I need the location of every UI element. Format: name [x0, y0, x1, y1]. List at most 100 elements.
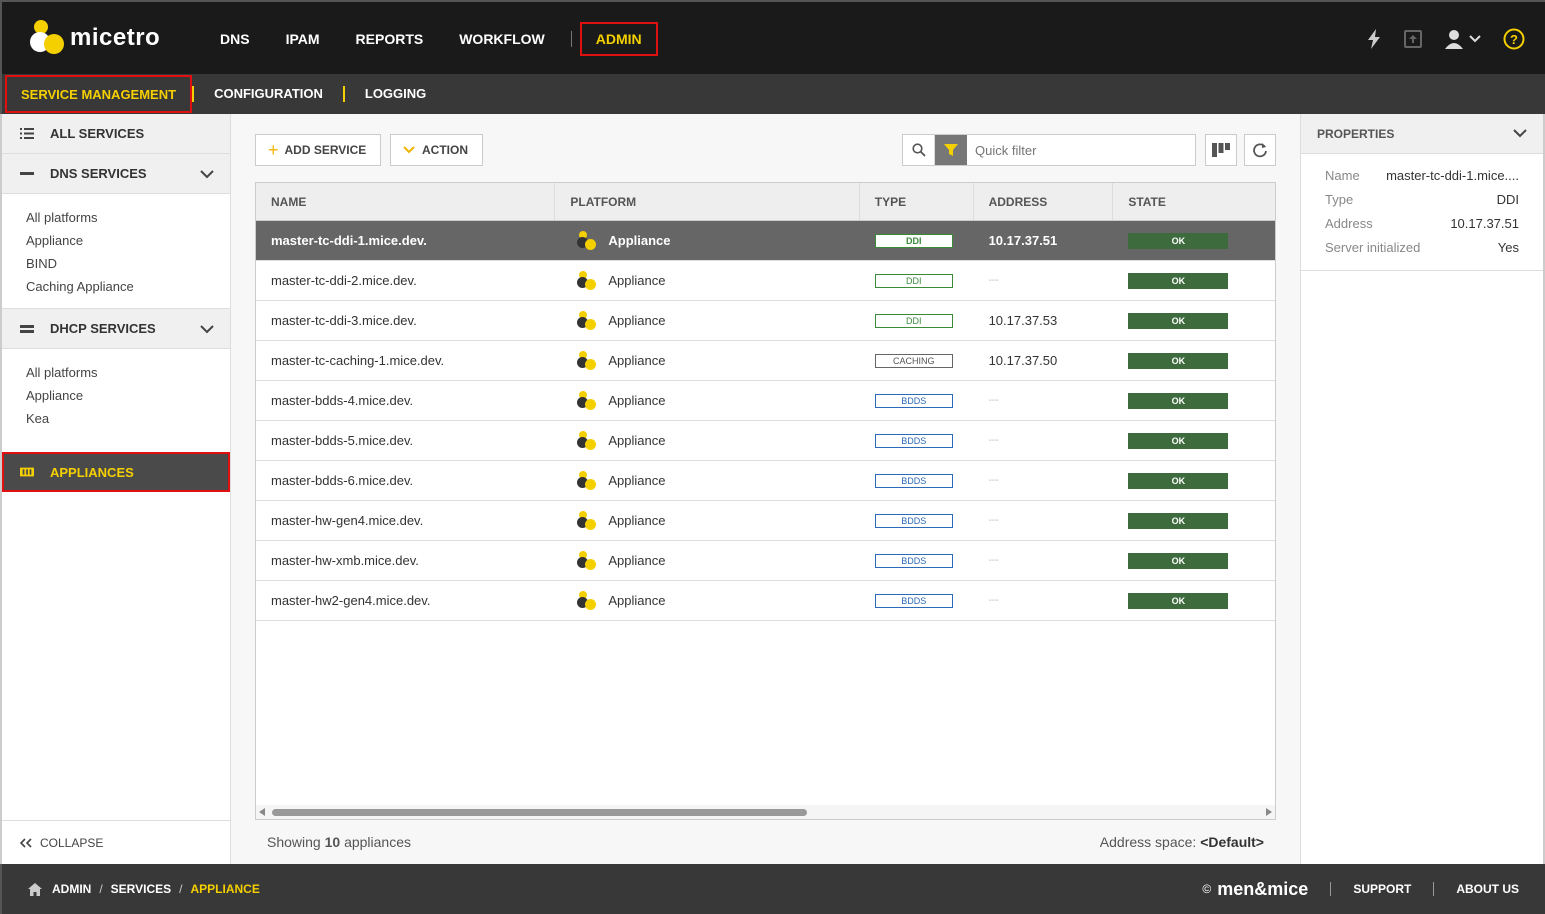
platform-label: Appliance [608, 353, 666, 368]
sidebar-item-dhcp-kea[interactable]: Kea [26, 407, 230, 430]
tab-service-management[interactable]: SERVICE MANAGEMENT [5, 75, 193, 113]
type-badge: DDI [874, 313, 953, 328]
nav-workflow[interactable]: WORKFLOW [441, 24, 563, 54]
table-row[interactable]: master-hw-gen4.mice.dev. Appliance BDDS ---… [256, 501, 1275, 541]
cell-name: master-hw-gen4.mice.dev. [271, 513, 424, 528]
scroll-right-icon[interactable] [1266, 808, 1272, 816]
cell-state: OK [1113, 341, 1275, 381]
cell-name: master-bdds-6.mice.dev. [271, 473, 414, 488]
nav-dns[interactable]: DNS [202, 24, 268, 54]
sidebar-item-dns-bind[interactable]: BIND [26, 252, 230, 275]
status-badge: OK [1128, 272, 1229, 289]
scrollbar-thumb[interactable] [272, 809, 807, 816]
chevron-down-icon[interactable] [200, 167, 214, 182]
breadcrumb-separator: / [179, 882, 183, 896]
sidebar-item-dns-appliance[interactable]: Appliance [26, 229, 230, 252]
refresh-button[interactable] [1244, 134, 1276, 166]
search-icon[interactable] [903, 135, 935, 165]
column-header-name[interactable]: NAME [256, 183, 556, 220]
table-row[interactable]: master-bdds-6.mice.dev. Appliance BDDS --- O… [256, 461, 1275, 501]
help-icon[interactable]: ? [1503, 28, 1525, 50]
property-key: Type [1325, 192, 1354, 207]
about-us-link[interactable]: ABOUT US [1456, 882, 1519, 896]
sidebar-section-dns[interactable]: DNS SERVICES [2, 154, 230, 194]
lightning-icon[interactable] [1367, 29, 1381, 49]
collapse-button[interactable]: COLLAPSE [2, 820, 231, 864]
cell-state: OK [1113, 261, 1275, 301]
property-key: Name [1325, 168, 1360, 183]
sub-nav: SERVICE MANAGEMENT CONFIGURATION LOGGING [0, 74, 1545, 114]
table-row[interactable]: master-tc-ddi-2.mice.dev. Appliance DDI ---… [256, 261, 1275, 301]
address-space-value[interactable]: <Default> [1200, 834, 1264, 850]
cell-state: OK [1113, 541, 1275, 581]
property-key: Address [1325, 216, 1373, 231]
sidebar-item-dns-caching[interactable]: Caching Appliance [26, 275, 230, 298]
address-value: --- [988, 395, 999, 406]
sidebar-item-dns-all[interactable]: All platforms [26, 206, 230, 229]
services-table: NAME PLATFORM TYPE ADDRESS STATE master-… [255, 182, 1276, 820]
column-settings-button[interactable] [1205, 134, 1237, 166]
logo[interactable]: micetro [30, 20, 160, 56]
home-icon[interactable] [28, 882, 42, 896]
cell-name: master-tc-ddi-2.mice.dev. [271, 273, 417, 288]
cell-address: --- [974, 381, 1114, 421]
top-bar: micetro DNS IPAM REPORTS WORKFLOW ADMIN … [0, 0, 1545, 74]
table-row[interactable]: master-bdds-4.mice.dev. Appliance BDDS --- O… [256, 381, 1275, 421]
cell-state: OK [1113, 221, 1275, 261]
cell-address: 10.17.37.53 [974, 301, 1114, 341]
user-icon[interactable] [1445, 29, 1481, 49]
cell-type: DDI [860, 221, 974, 261]
table-row[interactable]: master-tc-ddi-1.mice.dev. Appliance DDI 10.… [256, 221, 1275, 261]
double-chevron-left-icon [20, 837, 32, 848]
bottom-bar: ADMIN / SERVICES / APPLIANCE © men&mice … [0, 864, 1545, 914]
cell-type: BDDS [860, 541, 974, 581]
sidebar-item-dhcp-all[interactable]: All platforms [26, 361, 230, 384]
cell-platform: Appliance [555, 541, 859, 581]
column-header-platform[interactable]: PLATFORM [555, 183, 860, 220]
task-icon[interactable] [1403, 29, 1423, 49]
chevron-down-icon[interactable] [1513, 127, 1527, 141]
showing-count: Showing 10 appliances [267, 834, 411, 850]
column-header-type[interactable]: TYPE [860, 183, 974, 220]
platform-label: Appliance [608, 593, 666, 608]
breadcrumb-admin[interactable]: ADMIN [52, 882, 91, 896]
cell-type: DDI [860, 301, 974, 341]
properties-header[interactable]: PROPERTIES [1301, 114, 1543, 154]
support-link[interactable]: SUPPORT [1353, 882, 1411, 896]
sidebar-section-dhcp[interactable]: DHCP SERVICES [2, 309, 230, 349]
nav-admin[interactable]: ADMIN [579, 22, 658, 56]
table-row[interactable]: master-hw-xmb.mice.dev. Appliance BDDS --- O… [256, 541, 1275, 581]
sidebar-item-appliances[interactable]: APPLIANCES [2, 452, 230, 492]
cell-state: OK [1113, 381, 1275, 421]
quick-filter-input[interactable] [967, 135, 1195, 165]
table-row[interactable]: master-tc-ddi-3.mice.dev. Appliance DDI 10.… [256, 301, 1275, 341]
nav-ipam[interactable]: IPAM [268, 24, 338, 54]
sidebar-item-all-services[interactable]: ALL SERVICES [2, 114, 230, 154]
platform-label: Appliance [608, 433, 666, 448]
table-header: NAME PLATFORM TYPE ADDRESS STATE [256, 183, 1275, 221]
chevron-down-icon[interactable] [200, 322, 214, 337]
table-row[interactable]: master-tc-caching-1.mice.dev. Appliance CA… [256, 341, 1275, 381]
dns-icon [20, 171, 34, 176]
scroll-left-icon[interactable] [259, 808, 265, 816]
nav-reports[interactable]: REPORTS [338, 24, 442, 54]
add-service-button[interactable]: + ADD SERVICE [255, 134, 382, 166]
sidebar-item-dhcp-appliance[interactable]: Appliance [26, 384, 230, 407]
table-row[interactable]: master-bdds-5.mice.dev. Appliance BDDS --- O… [256, 421, 1275, 461]
appliance-platform-icon [577, 230, 597, 251]
tab-configuration[interactable]: CONFIGURATION [194, 76, 343, 112]
column-header-address[interactable]: ADDRESS [974, 183, 1114, 220]
address-value: --- [988, 595, 999, 606]
filter-icon[interactable] [935, 135, 967, 165]
cell-address: --- [974, 421, 1114, 461]
column-header-state[interactable]: STATE [1113, 183, 1275, 220]
status-badge: OK [1128, 592, 1229, 609]
action-button[interactable]: ACTION [390, 134, 483, 166]
breadcrumb-services[interactable]: SERVICES [111, 882, 171, 896]
tab-logging[interactable]: LOGGING [345, 76, 446, 112]
address-value: --- [988, 275, 999, 286]
horizontal-scrollbar[interactable] [256, 805, 1275, 819]
table-row[interactable]: master-hw2-gen4.mice.dev. Appliance BDDS --… [256, 581, 1275, 621]
company-name: men&mice [1217, 878, 1309, 899]
cell-name: master-bdds-4.mice.dev. [271, 393, 414, 408]
